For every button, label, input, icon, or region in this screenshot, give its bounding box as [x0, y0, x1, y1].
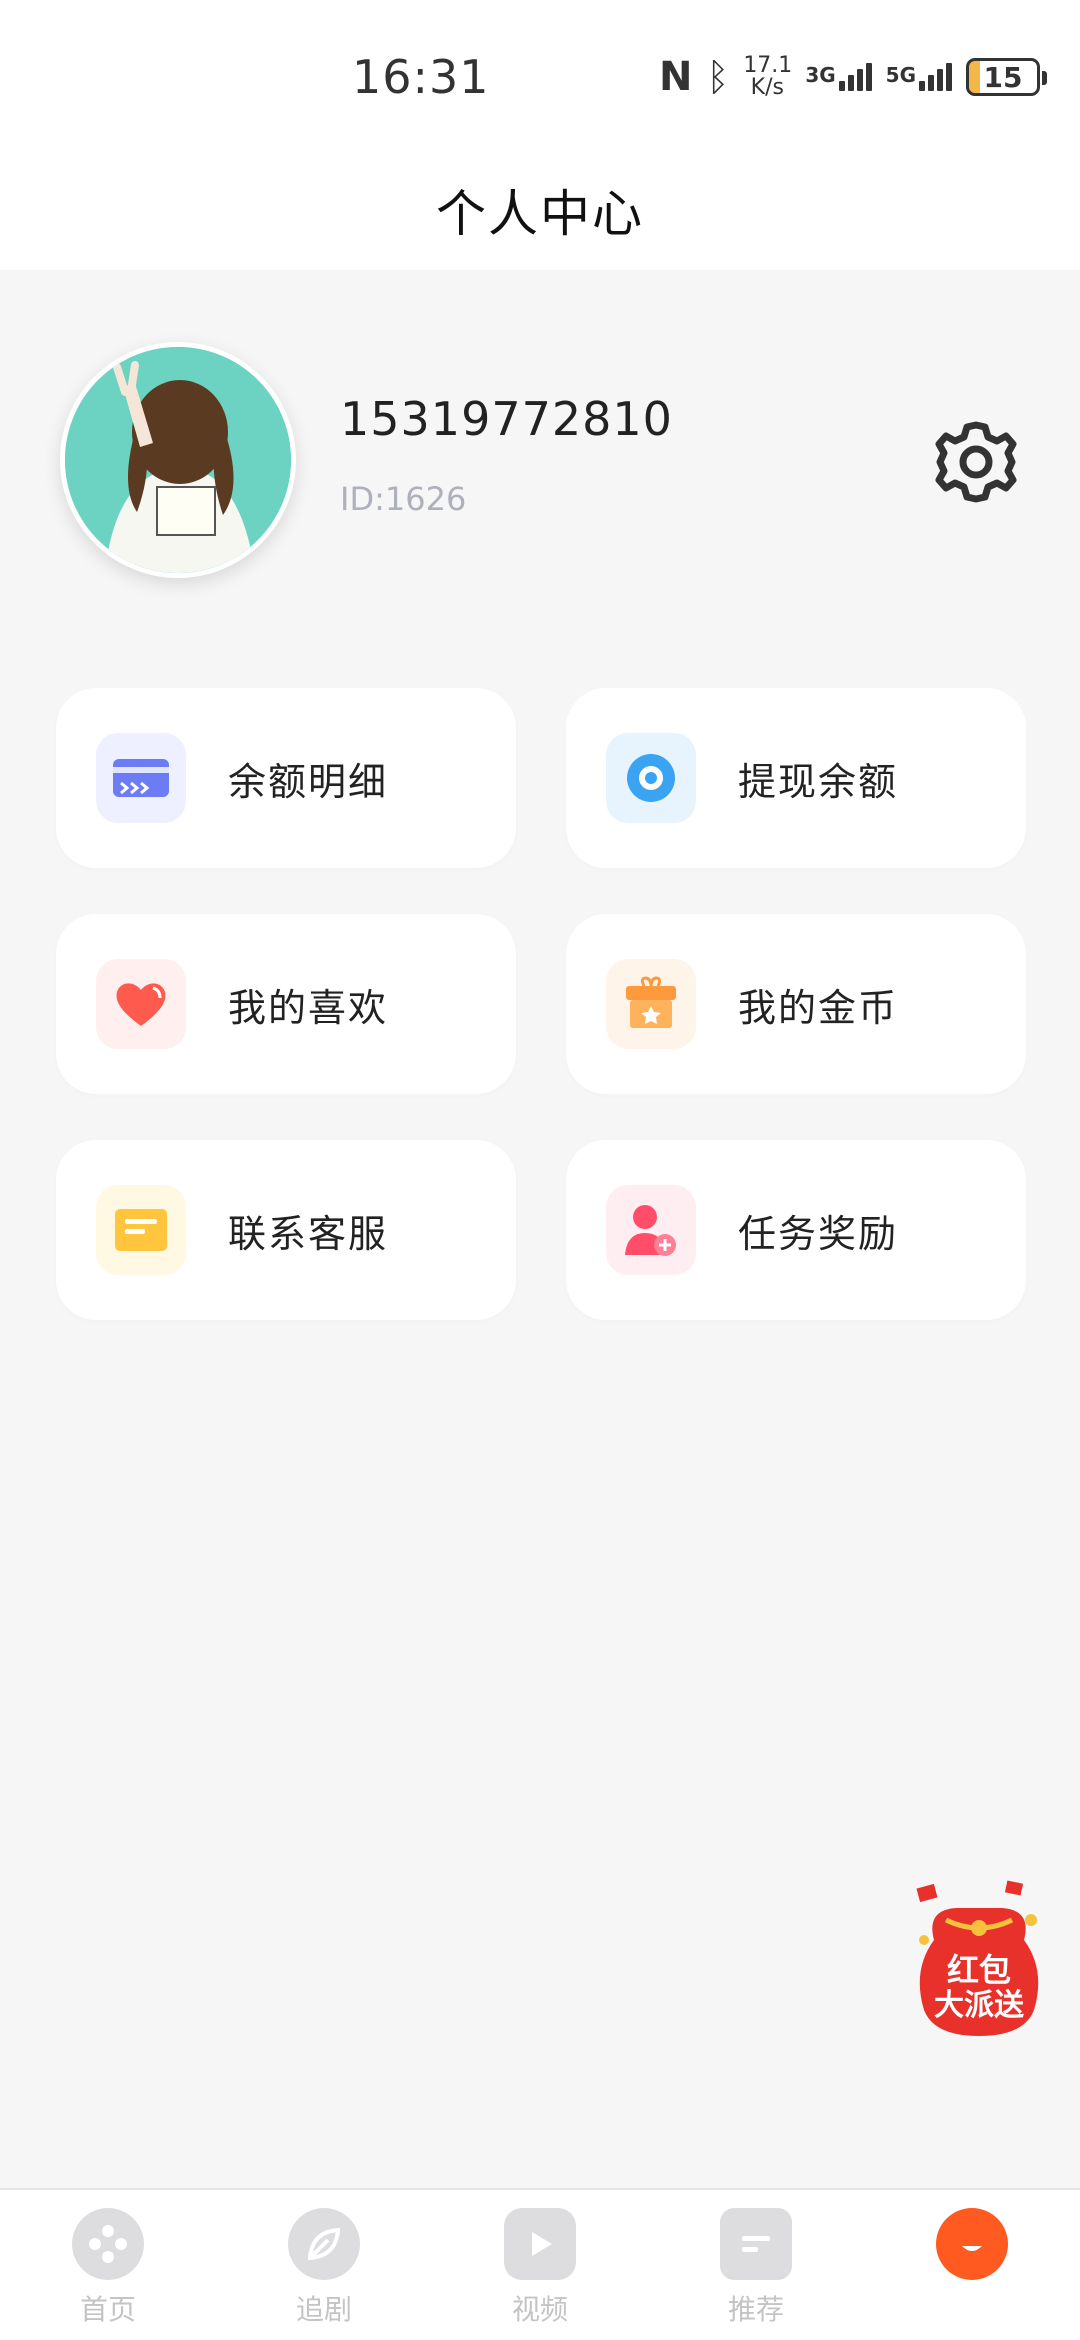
tab-recommend[interactable]: 推荐 [648, 2190, 864, 2340]
avatar-illustration-icon [65, 347, 291, 573]
menu-label: 我的金币 [738, 985, 899, 1030]
network-speed-value: 17.1 [743, 53, 793, 78]
profile-icon [936, 2208, 1008, 2280]
status-bar: 16:31 N ᛒ 17.1 K/s 3G 5G 15 [0, 0, 1080, 150]
tab-label: 首页 [79, 2293, 136, 2326]
menu-grid: 余额明细 提现余额 我的喜欢 我的金币 联系客服 任务奖励 [56, 688, 1026, 1320]
tab-drama[interactable]: 追剧 [216, 2190, 432, 2340]
bluetooth-icon: ᛒ [706, 55, 730, 99]
gift-box-icon [606, 959, 696, 1049]
red-packet-line2: 大派送 [934, 1988, 1024, 2023]
tab-label: 推荐 [727, 2293, 784, 2326]
status-icons: N ᛒ 17.1 K/s 3G 5G 15 [659, 52, 1047, 102]
user-add-icon [606, 1185, 696, 1275]
leaf-icon [288, 2208, 360, 2280]
red-packet-line1: 红包 [946, 1951, 1011, 1989]
username: 15319772810 [340, 392, 673, 446]
menu-label: 余额明细 [228, 759, 389, 804]
signal-3g-icon: 3G [805, 63, 872, 91]
title-bar: 个人中心 [0, 150, 1080, 270]
tab-home[interactable]: 首页 [0, 2190, 216, 2340]
red-packet-promo[interactable]: 红包 大派送 [906, 1880, 1052, 2040]
withdraw-icon [606, 733, 696, 823]
list-icon [720, 2208, 792, 2280]
film-reel-icon [72, 2208, 144, 2280]
nfc-icon: N [659, 54, 693, 100]
signal-5g-icon: 5G [886, 63, 952, 91]
gear-icon [935, 421, 1017, 503]
tab-video[interactable]: 视频 [432, 2190, 648, 2340]
signal-3g-label: 3G [805, 63, 836, 87]
tab-label: 追剧 [295, 2293, 352, 2326]
play-icon [504, 2208, 576, 2280]
status-time: 16:31 [352, 50, 490, 104]
card-icon [96, 733, 186, 823]
menu-my-coins[interactable]: 我的金币 [566, 914, 1026, 1094]
page-title: 个人中心 [436, 185, 644, 243]
menu-contact-service[interactable]: 联系客服 [56, 1140, 516, 1320]
network-speed: 17.1 K/s [743, 53, 793, 100]
avatar[interactable] [60, 342, 296, 578]
menu-label: 任务奖励 [738, 1211, 899, 1256]
menu-label: 我的喜欢 [228, 985, 389, 1030]
battery-icon: 15 [966, 58, 1047, 96]
user-id: ID:1626 [340, 480, 467, 518]
menu-task-rewards[interactable]: 任务奖励 [566, 1140, 1026, 1320]
bottom-tab-bar: 首页 追剧 视频 推荐 [0, 2188, 1080, 2340]
menu-balance-detail[interactable]: 余额明细 [56, 688, 516, 868]
tab-profile[interactable] [864, 2190, 1080, 2340]
menu-label: 提现余额 [738, 759, 899, 804]
menu-my-likes[interactable]: 我的喜欢 [56, 914, 516, 1094]
red-packet-text: 红包 大派送 [906, 1952, 1052, 2024]
message-icon [96, 1185, 186, 1275]
settings-button[interactable] [926, 412, 1026, 512]
menu-label: 联系客服 [228, 1211, 389, 1256]
network-speed-unit: K/s [750, 75, 784, 100]
tab-label: 视频 [511, 2293, 568, 2326]
battery-level: 15 [983, 60, 1023, 94]
menu-withdraw-balance[interactable]: 提现余额 [566, 688, 1026, 868]
signal-5g-label: 5G [885, 63, 916, 87]
heart-icon [96, 959, 186, 1049]
